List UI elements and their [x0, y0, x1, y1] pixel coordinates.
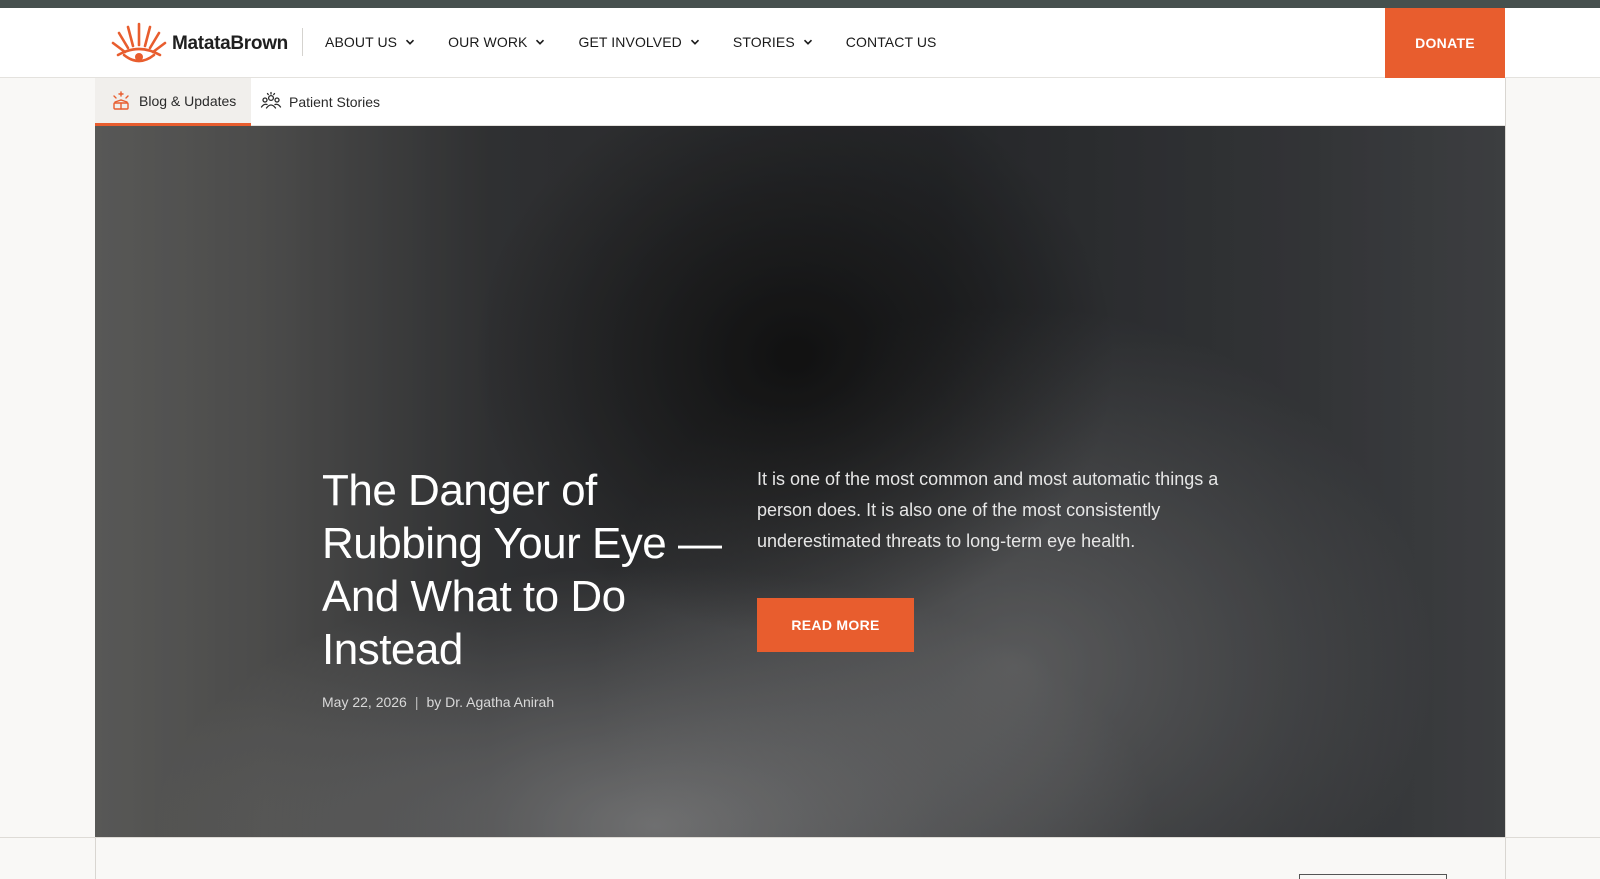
nav-label: STORIES	[732, 34, 795, 50]
logo-divider	[302, 28, 303, 56]
nav-label: CONTACT US	[845, 34, 937, 50]
post-excerpt: It is one of the most common and most au…	[757, 469, 1219, 551]
chevron-down-icon	[690, 39, 699, 45]
nav-item-our-work[interactable]: OUR WORK	[448, 34, 545, 50]
nav-item-stories[interactable]: STORIES	[733, 34, 813, 50]
nav-label: OUR WORK	[448, 34, 528, 50]
site-header: MatataBrown ABOUT US OUR WORK GET INVOLV…	[0, 8, 1600, 78]
donate-button[interactable]: DONATE	[1385, 8, 1505, 78]
nav-item-get-involved[interactable]: GET INVOLVED	[578, 34, 699, 50]
nav-item-about-us[interactable]: ABOUT US	[325, 34, 415, 50]
tab-label: Blog & Updates	[139, 92, 237, 109]
nav-item-contact-us[interactable]: CONTACT US	[846, 34, 937, 50]
tab-label: Patient Stories	[289, 94, 381, 110]
sunburst-eye-icon	[111, 22, 167, 63]
nav-label: ABOUT US	[325, 34, 398, 50]
chevron-down-icon	[406, 39, 415, 45]
brand-name: MatataBrown	[172, 33, 288, 54]
chevron-down-icon	[536, 39, 545, 45]
post-title[interactable]: The Danger of Rubbing Your Eye — And Wha…	[322, 464, 742, 676]
post-meta: May 22, 2026 | by Dr. Agatha Anirah	[322, 694, 554, 710]
post-date: May 22, 2026	[322, 694, 407, 710]
nav-label: GET INVOLVED	[578, 34, 682, 50]
featured-post-hero: The Danger of Rubbing Your Eye — And Wha…	[95, 126, 1505, 837]
meta-separator: |	[414, 694, 419, 710]
chevron-down-icon	[803, 39, 812, 45]
top-accent-bar	[0, 0, 1600, 8]
section-divider	[0, 837, 1600, 838]
filter-box-edge[interactable]	[1299, 874, 1447, 879]
frame-border-right	[1505, 78, 1506, 879]
main-nav: ABOUT US OUR WORK GET INVOLVED STORIES C…	[325, 34, 970, 50]
site-logo[interactable]: MatataBrown	[110, 22, 288, 66]
blog-sparkle-icon	[113, 90, 129, 110]
people-group-icon	[260, 91, 282, 109]
blog-subnav: Blog & Updates Patient Stories	[95, 78, 1505, 126]
tab-patient-stories[interactable]: Patient Stories	[245, 78, 395, 126]
tab-blog-updates[interactable]: Blog & Updates	[95, 78, 252, 126]
read-more-button[interactable]: READ MORE	[757, 598, 914, 652]
post-author: by Dr. Agatha Anirah	[426, 694, 555, 710]
